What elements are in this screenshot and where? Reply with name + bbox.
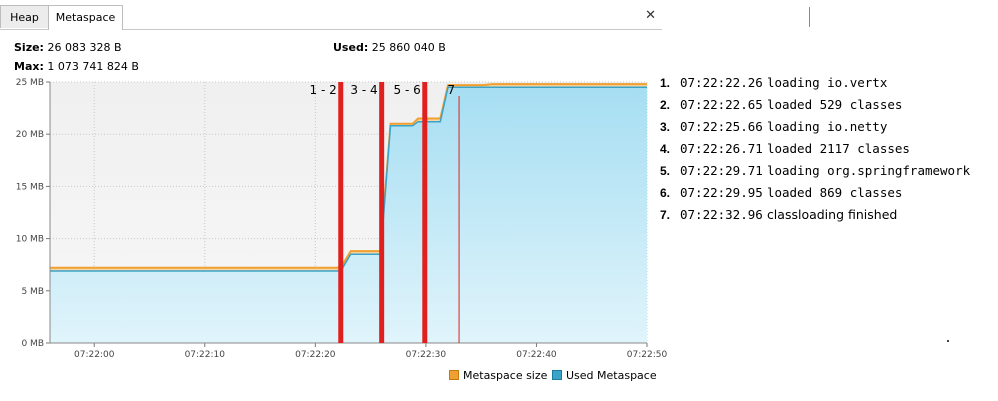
event-number: 5. — [660, 164, 671, 178]
x-tick-label: 07:22:40 — [516, 350, 557, 360]
event-time: 07:22:22.65 — [680, 97, 763, 112]
event-number: 1. — [660, 76, 671, 90]
event-number: 2. — [660, 98, 671, 112]
event-item: 3. 07:22:25.66 loading io.netty — [660, 116, 970, 138]
legend-label-used: Used Metaspace — [566, 369, 657, 382]
event-number: 7. — [660, 208, 671, 222]
event-item: 5. 07:22:29.71 loading org.springframewor… — [660, 160, 970, 182]
event-time: 07:22:22.26 — [680, 75, 763, 90]
event-message: loading org.springframework — [766, 163, 971, 178]
event-time: 07:22:29.71 — [680, 163, 763, 178]
legend-used-metaspace: Used Metaspace — [552, 369, 657, 382]
event-item: 4. 07:22:26.71 loaded 2117 classes — [660, 138, 970, 160]
y-tick-label: 5 MB — [21, 287, 44, 297]
legend-label-size: Metaspace size — [463, 369, 548, 382]
marker-line — [338, 82, 344, 343]
x-tick-label: 07:22:50 — [627, 350, 668, 360]
y-tick-label: 10 MB — [16, 235, 44, 245]
y-tick-label: 15 MB — [16, 182, 44, 192]
event-item: 7. 07:22:32.96 classloading finished — [660, 204, 970, 226]
event-message: classloading finished — [766, 207, 898, 222]
event-item: 1. 07:22:22.26 loading io.vertx — [660, 72, 970, 94]
marker-label: 7 — [447, 83, 455, 97]
classloading-event-list: 1. 07:22:22.26 loading io.vertx 2. 07:22:22… — [660, 72, 970, 226]
event-number: 4. — [660, 142, 671, 156]
event-number: 3. — [660, 120, 671, 134]
event-time: 07:22:26.71 — [680, 141, 763, 156]
event-message: loading io.vertx — [766, 75, 888, 90]
marker-label: 3 - 4 — [350, 83, 377, 97]
event-message: loaded 529 classes — [766, 97, 903, 112]
y-tick-label: 0 MB — [21, 339, 44, 349]
marker-line — [422, 82, 428, 343]
stray-dot — [947, 340, 949, 342]
y-tick-label: 20 MB — [16, 130, 44, 140]
x-tick-label: 07:22:20 — [295, 350, 336, 360]
event-message: loaded 2117 classes — [766, 141, 910, 156]
legend-swatch-used — [552, 370, 562, 380]
x-tick-label: 07:22:00 — [74, 350, 115, 360]
event-time: 07:22:29.95 — [680, 185, 763, 200]
event-message: loaded 869 classes — [766, 185, 903, 200]
marker-line — [379, 82, 385, 343]
marker-label: 5 - 6 — [394, 83, 421, 97]
event-number: 6. — [660, 186, 671, 200]
event-message: loading io.netty — [766, 119, 888, 134]
x-tick-label: 07:22:10 — [185, 350, 226, 360]
legend-metaspace-size: Metaspace size — [449, 369, 547, 382]
event-item: 6. 07:22:29.95 loaded 869 classes — [660, 182, 970, 204]
legend-swatch-size — [449, 370, 459, 380]
event-time: 07:22:32.96 — [680, 207, 763, 222]
x-tick-label: 07:22:30 — [406, 350, 447, 360]
y-tick-label: 25 MB — [16, 78, 44, 88]
marker-label: 1 - 2 — [310, 83, 337, 97]
event-item: 2. 07:22:22.65 loaded 529 classes — [660, 94, 970, 116]
event-time: 07:22:25.66 — [680, 119, 763, 134]
